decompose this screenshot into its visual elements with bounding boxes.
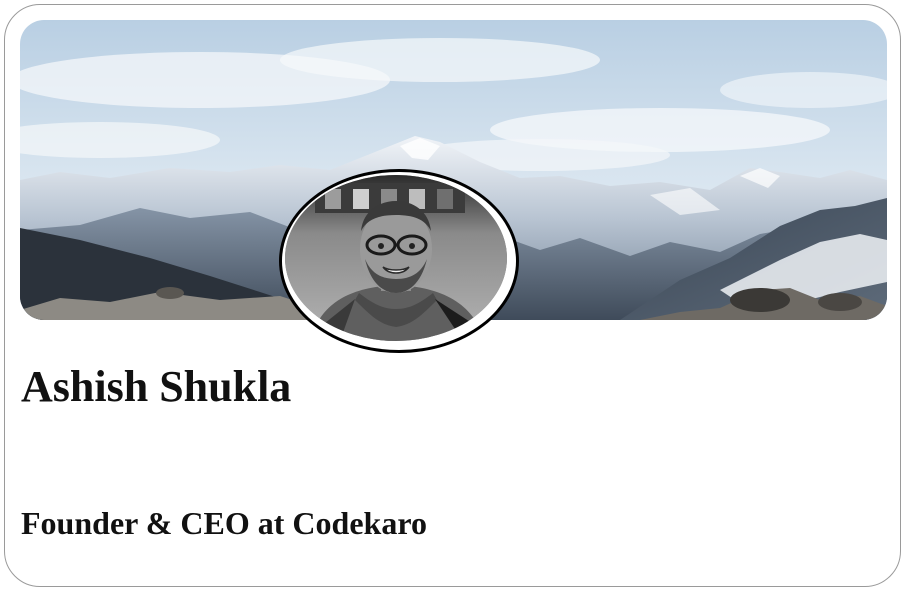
profile-name: Ashish Shukla xyxy=(21,362,292,411)
avatar[interactable] xyxy=(279,169,519,353)
person-portrait-icon xyxy=(285,175,507,341)
avatar-photo xyxy=(285,175,507,341)
profile-headline: Founder & CEO at Codekaro xyxy=(21,505,427,541)
